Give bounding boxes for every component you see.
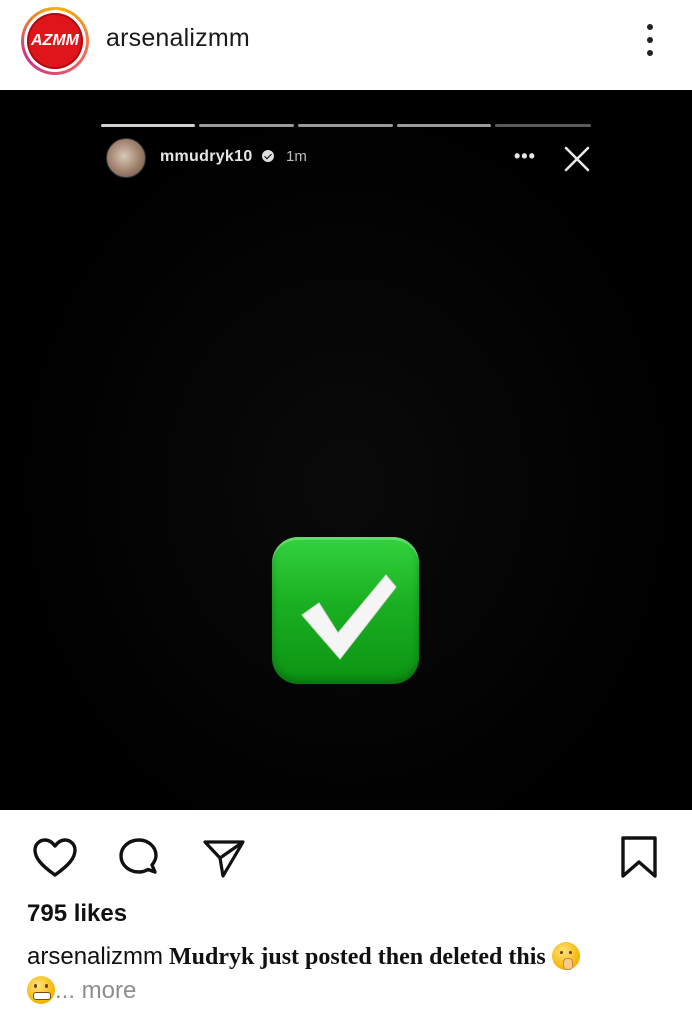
bookmark-icon[interactable] — [615, 834, 663, 882]
avatar[interactable]: AZMM — [21, 7, 89, 75]
story-progress-bar — [199, 124, 294, 127]
post-image[interactable]: mmudryk10 1m ••• — [0, 90, 692, 810]
post-header: AZMM arsenalizmm — [0, 0, 692, 90]
caption-text: Mudryk just posted then deleted this — [163, 944, 552, 970]
story-progress-bar — [298, 124, 393, 127]
story-progress-bar — [397, 124, 491, 127]
more-link[interactable]: ... more — [55, 977, 136, 1004]
send-icon[interactable] — [201, 834, 249, 882]
comment-icon[interactable] — [115, 834, 163, 882]
post-caption: arsenalizmm Mudryk just posted then dele… — [27, 940, 667, 1008]
story-progress-bar — [101, 124, 195, 127]
post-actions — [0, 810, 692, 900]
heart-icon[interactable] — [31, 834, 79, 882]
avatar-logo: AZMM — [27, 13, 83, 69]
post-username[interactable]: arsenalizmm — [106, 24, 250, 53]
kebab-menu-icon[interactable] — [640, 24, 660, 58]
verified-badge-icon — [262, 150, 274, 162]
likes-count[interactable]: 795 likes — [27, 900, 127, 928]
story-username: mmudryk10 — [160, 148, 253, 165]
story-timestamp: 1m — [286, 148, 307, 165]
shushing-face-emoji — [551, 942, 580, 970]
story-progress-bar — [495, 124, 591, 127]
check-mark-button-emoji — [272, 537, 419, 684]
grimacing-face-emoji — [27, 976, 55, 1004]
caption-username[interactable]: arsenalizmm — [27, 943, 163, 970]
story-avatar — [106, 138, 146, 178]
view-comments-cutoff: ▁▁▁ ▁▁ ▁▁ — [27, 1014, 134, 1026]
close-icon — [562, 144, 592, 174]
story-more-icon: ••• — [514, 146, 536, 166]
